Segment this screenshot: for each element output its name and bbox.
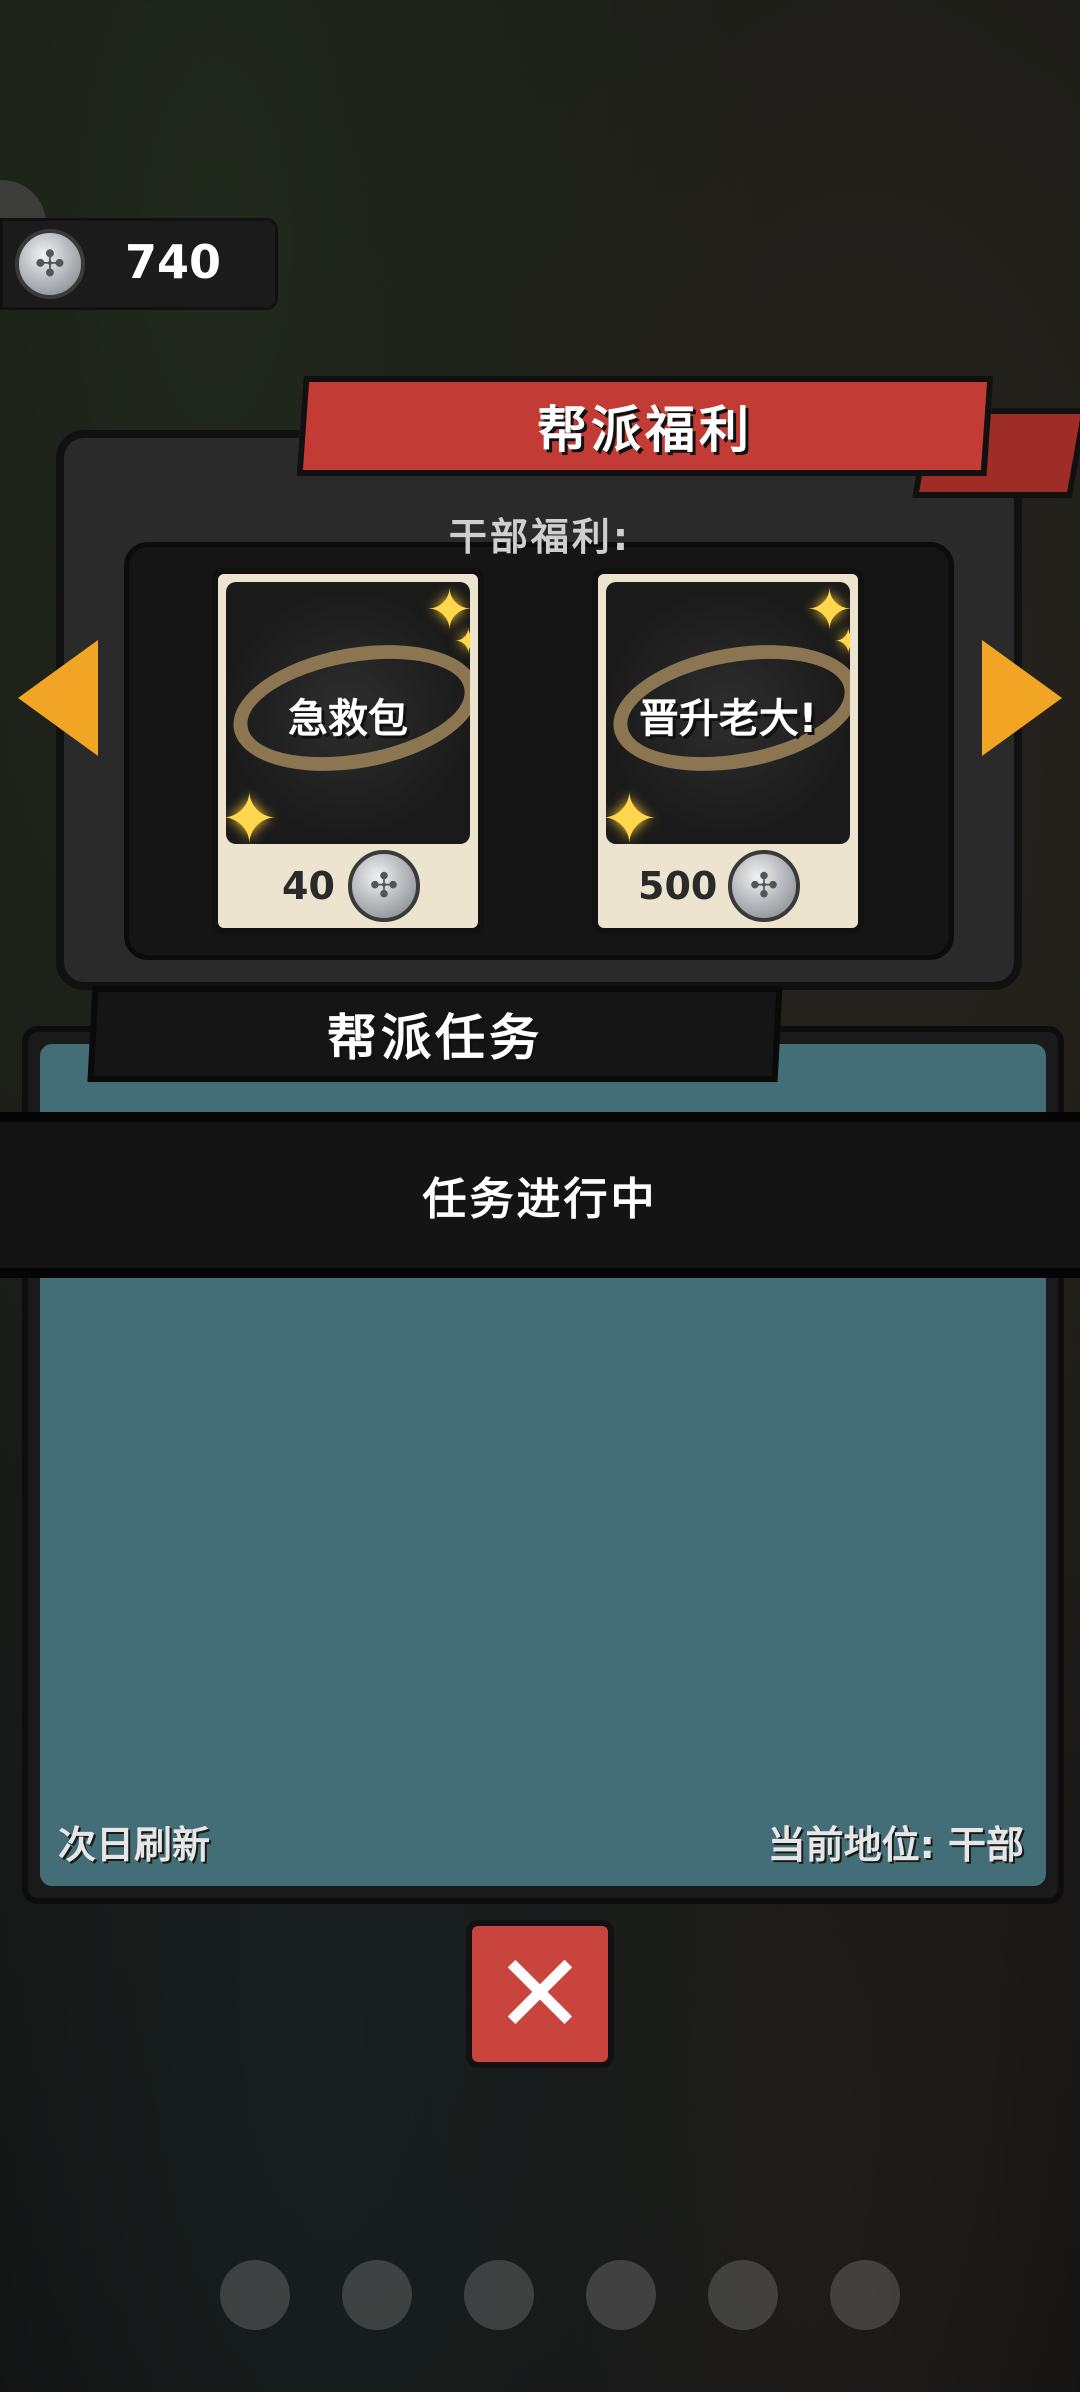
card-label: 晋升老大! — [638, 696, 818, 742]
sparkle-icon: ✦ — [606, 778, 659, 844]
silver-coin-icon: ✣ — [728, 850, 800, 922]
background-nav — [220, 2260, 900, 2350]
rank-text: 当前地位: 干部 — [767, 1823, 1024, 1867]
card-art: ✦ ✦ ✦ 晋升老大! — [606, 582, 850, 844]
card-cost: 500 — [638, 864, 718, 908]
silver-coin-icon: ✣ — [348, 850, 420, 922]
sparkle-icon: ✦ — [226, 778, 279, 844]
task-status-strip: 任务进行中 — [0, 1112, 1080, 1278]
currency-display: ✣ 740 — [0, 218, 278, 310]
welfare-card-first-aid[interactable]: ✦ ✦ ✦ 急救包 40 ✣ — [212, 568, 484, 934]
refresh-text: 次日刷新 — [58, 1823, 211, 1867]
task-banner: 帮派任务 — [87, 986, 783, 1082]
card-cost: 40 — [282, 864, 335, 908]
prev-arrow-button[interactable] — [18, 640, 98, 756]
card-art: ✦ ✦ ✦ 急救包 — [226, 582, 470, 844]
close-icon: ✕ — [493, 1930, 587, 2058]
welfare-subtitle: 干部福利: — [448, 515, 632, 559]
next-arrow-button[interactable] — [982, 640, 1062, 756]
welfare-banner: 帮派福利 — [296, 376, 994, 476]
card-label: 急救包 — [288, 696, 408, 742]
task-title: 帮派任务 — [326, 1009, 544, 1067]
sparkle-icon: ✦ — [454, 622, 470, 662]
close-button[interactable]: ✕ — [466, 1920, 614, 2068]
task-status: 任务进行中 — [422, 1174, 658, 1225]
welfare-title: 帮派福利 — [537, 401, 753, 459]
sparkle-icon: ✦ — [834, 622, 850, 662]
welfare-card-promote[interactable]: ✦ ✦ ✦ 晋升老大! 500 ✣ — [592, 568, 864, 934]
currency-amount: 740 — [125, 235, 222, 289]
silver-coin-icon: ✣ — [15, 229, 85, 299]
